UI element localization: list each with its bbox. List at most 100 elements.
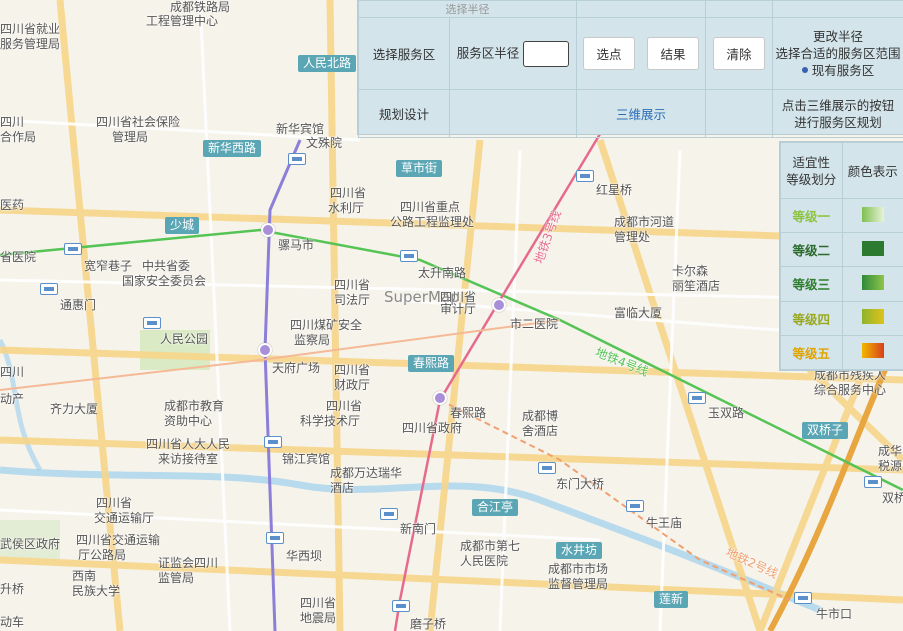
bus-stop-icon[interactable] <box>288 153 306 165</box>
map-label: 成都市河道 <box>614 215 675 229</box>
map-label: 四川省 <box>300 596 337 610</box>
map-label: 管理局 <box>112 130 149 144</box>
map-label: 国家安全委员会 <box>122 274 207 288</box>
map-label: 四川省 <box>334 278 371 292</box>
bus-stop-icon[interactable] <box>576 170 594 182</box>
bus-stop-icon[interactable] <box>264 436 282 448</box>
road-badge: 人民北路 <box>298 55 357 72</box>
bus-stop-icon[interactable] <box>864 476 882 488</box>
suitability-legend: 适宜性 等级划分 颜色表示 等级一 等级二 等级三 等级四 等级五 <box>779 141 903 371</box>
bus-stop-icon[interactable] <box>380 508 398 520</box>
map-label: 太升南路 <box>418 266 467 280</box>
bus-stop-icon[interactable] <box>626 500 644 512</box>
map-label: 司法厅 <box>334 293 371 307</box>
map-label: 四川省社会保险 <box>96 115 181 129</box>
bus-stop-icon[interactable] <box>538 462 556 474</box>
map-label: 工程管理中心 <box>146 14 219 28</box>
map-label: 富临大厦 <box>614 306 663 320</box>
map-label: 四川省 <box>330 186 367 200</box>
map-label: 科学技术厅 <box>300 414 361 428</box>
hint-line-1: 更改半径 <box>812 29 863 44</box>
grade-swatch <box>861 274 884 290</box>
hint-cell: 更改半径 选择合适的服务区范围 现有服务区 <box>772 17 903 90</box>
metro-station[interactable] <box>258 343 272 357</box>
map-label: 成都铁路局 <box>170 0 231 14</box>
map-label: 四川省政府 <box>402 421 463 435</box>
hint3d-line-1: 点击三维展示的按钮 <box>781 97 895 113</box>
grade-label: 等级三 <box>780 266 843 302</box>
bus-stop-icon[interactable] <box>400 250 418 262</box>
road-badge: 少城 <box>165 217 200 234</box>
map-label: 成都市第七 <box>460 539 521 553</box>
metro-station[interactable] <box>261 223 275 237</box>
metro-station[interactable] <box>492 298 506 312</box>
map-label: 舍酒店 <box>522 424 559 438</box>
map-label: 中共省委 <box>142 259 191 273</box>
legend-header-line-1: 适宜性 <box>792 154 830 170</box>
map-label: 武侯区政府 <box>0 537 61 551</box>
map-label: 财政厅 <box>334 378 371 392</box>
map-label: 锦江宾馆 <box>282 452 331 466</box>
grade-swatch <box>861 206 884 222</box>
map-label: 成都市教育 <box>164 399 225 413</box>
bus-stop-icon[interactable] <box>794 592 812 604</box>
bus-stop-icon[interactable] <box>266 532 284 544</box>
bus-stop-icon[interactable] <box>64 243 82 255</box>
map-label: 管理处 <box>614 230 651 244</box>
existing-area-legend: 现有服务区 <box>773 62 903 79</box>
bus-stop-icon[interactable] <box>392 600 410 612</box>
result-button[interactable]: 结果 <box>647 37 699 70</box>
radius-cell: 服务区半径 <box>449 17 577 90</box>
map-label: 新南门 <box>400 522 437 536</box>
road-badge: 春熙路 <box>408 355 455 372</box>
road-badge: 莲新 <box>654 591 689 608</box>
map-label: 医药 <box>0 198 25 212</box>
map-label: 四川 <box>0 115 25 129</box>
map-label: 水利厅 <box>328 201 365 215</box>
select-point-button[interactable]: 选点 <box>583 37 635 70</box>
map-label: 卡尔森 <box>672 264 709 278</box>
grade-swatch <box>861 309 884 325</box>
map-label: 监管局 <box>158 571 195 585</box>
legend-header-grade: 适宜性 等级划分 <box>780 142 843 199</box>
map-label: 监督管理局 <box>548 577 609 591</box>
map-label: 四川省就业 <box>0 22 61 36</box>
map-label: 宽窄巷子 <box>84 259 133 273</box>
map-label: 综合服务中心 <box>814 383 887 397</box>
map-label: 动车 <box>0 615 25 629</box>
map-label: 通惠门 <box>60 298 97 312</box>
map-label: 新华宾馆 <box>276 122 325 136</box>
map-label: 文殊院 <box>306 136 343 150</box>
map-label: 四川省人大人民 <box>146 437 231 451</box>
map-label: 牛王庙 <box>646 516 683 530</box>
metro-station[interactable] <box>433 391 447 405</box>
bus-stop-icon[interactable] <box>143 317 161 329</box>
existing-area-label: 现有服务区 <box>811 63 875 78</box>
bus-stop-icon[interactable] <box>40 283 58 295</box>
show-3d-link[interactable]: 三维展示 <box>616 107 666 122</box>
map-label: 牛市口 <box>816 607 853 621</box>
legend-header-color: 颜色表示 <box>841 142 903 199</box>
hint3d-cell: 点击三维展示的按钮 进行服务区规划 <box>772 89 903 138</box>
grade-label: 等级二 <box>780 232 843 268</box>
map-label: 西南 <box>72 569 97 583</box>
map-label: 四川省交通运输 <box>76 533 161 547</box>
map-label: 天府广场 <box>272 361 321 375</box>
map-label: 四川省重点 <box>400 200 461 214</box>
radius-input[interactable] <box>523 40 570 67</box>
map-label: 成华 <box>878 444 903 458</box>
map-label: 齐力大厦 <box>50 402 99 416</box>
map-label: 四川省 <box>326 399 363 413</box>
top-cut-label: 选择半径 <box>445 3 490 16</box>
map-label: 华西坝 <box>286 549 323 563</box>
grade-label: 等级五 <box>780 334 843 371</box>
row-label-select-area: 选择服务区 <box>358 17 450 90</box>
clear-button[interactable]: 清除 <box>713 37 765 70</box>
map-label: 公路工程监理处 <box>390 215 475 229</box>
radius-label: 服务区半径 <box>456 45 520 60</box>
bus-stop-icon[interactable] <box>688 392 706 404</box>
grade-swatch <box>861 240 884 256</box>
road-badge: 水井坊 <box>556 542 603 559</box>
map-label: 四川省 <box>334 363 371 377</box>
map-label: 磨子桥 <box>410 617 447 631</box>
